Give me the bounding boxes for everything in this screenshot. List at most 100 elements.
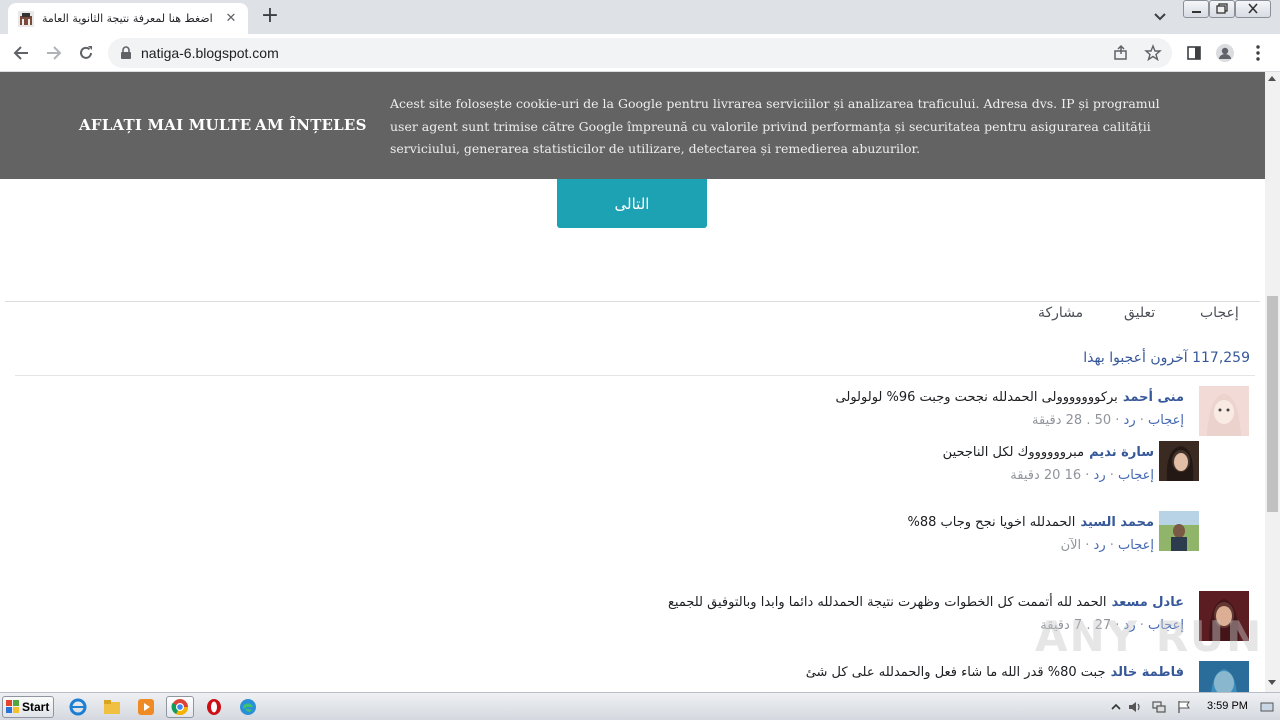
page-scrollbar[interactable] [1265, 72, 1280, 692]
media-player-icon [138, 699, 154, 715]
profile-avatar-icon [1216, 44, 1234, 62]
action-center-flag-icon[interactable] [1177, 700, 1191, 714]
side-panel-button[interactable] [1184, 43, 1204, 63]
back-arrow-icon [13, 46, 28, 60]
lock-icon [121, 46, 131, 59]
cookie-accept-button[interactable]: AM ÎNȚELES [255, 116, 367, 134]
address-bar[interactable]: natiga-6.blogspot.com [108, 38, 1172, 68]
tab-close-icon[interactable]: ✕ [222, 10, 240, 28]
tab-search-chevron-icon[interactable] [1150, 8, 1170, 26]
show-desktop-icon[interactable] [1260, 700, 1274, 714]
minimize-icon [1192, 11, 1201, 13]
comment-time: الآن [1060, 538, 1082, 553]
comment-author[interactable]: عادل مسعد [1112, 595, 1184, 610]
taskbar-media-player[interactable] [132, 696, 160, 718]
cookie-learn-more-link[interactable]: AFLAȚI MAI MULTE [79, 116, 251, 134]
comment-reply-link[interactable]: رد [1124, 413, 1136, 428]
edge-icon [240, 699, 256, 715]
tab-title: اضغط هنا لمعرفة نتيجة الثانوية العامة [42, 12, 213, 25]
anyrun-watermark: ANY RUN [1035, 612, 1264, 661]
comment-like-link[interactable]: إعجاب [1148, 413, 1184, 428]
likes-divider [15, 375, 1255, 376]
comment-body: سارة نديم مبرووووووك لكل الناجحين [943, 441, 1154, 460]
comment-author[interactable]: سارة نديم [1089, 445, 1154, 460]
comment-like-link[interactable]: إعجاب [1118, 538, 1154, 553]
tray-expand-icon[interactable] [1109, 700, 1123, 714]
scroll-up-arrow-icon[interactable] [1268, 76, 1276, 81]
cookie-banner: AFLAȚI MAI MULTE AM ÎNȚELES Acest site f… [0, 72, 1265, 179]
share-action[interactable]: مشاركة [1038, 305, 1083, 321]
forward-arrow-icon [47, 46, 62, 60]
comment-reply-link[interactable]: رد [1094, 468, 1106, 483]
menu-button[interactable] [1248, 43, 1268, 63]
avatar[interactable] [1199, 386, 1249, 436]
reload-icon [80, 46, 92, 59]
window-minimize-button[interactable] [1183, 0, 1209, 18]
comment-action[interactable]: تعليق [1124, 305, 1155, 321]
comment-like-count: 50 [1094, 413, 1112, 428]
cookie-notice-text: Acest site folosește cookie-uri de la Go… [390, 96, 1160, 156]
comment-author[interactable]: محمد السيد [1080, 515, 1154, 530]
comment-body: فاطمة خالد جبت 80% قدر الله ما شاء فعل و… [806, 661, 1184, 680]
taskbar-ie[interactable] [64, 696, 92, 718]
comment-reply-link[interactable]: رد [1094, 538, 1106, 553]
comment-meta: إعجاب · رد · الآن [1060, 538, 1154, 553]
back-button[interactable] [10, 42, 32, 64]
volume-icon[interactable] [1128, 700, 1142, 714]
restore-icon [1216, 3, 1228, 14]
windows-logo-icon [6, 700, 19, 713]
url-text: natiga-6.blogspot.com [141, 45, 279, 61]
comment-author[interactable]: منى أحمد [1123, 390, 1184, 405]
folder-icon [104, 700, 120, 714]
comment-time: 28 دقيقة [1032, 413, 1083, 428]
reload-button[interactable] [75, 42, 97, 64]
comment-author[interactable]: فاطمة خالد [1111, 665, 1184, 680]
network-icon[interactable] [1152, 700, 1166, 714]
browser-tab[interactable]: اضغط هنا لمعرفة نتيجة الثانوية العامة ✕ [8, 3, 248, 34]
comment-text: الحمد لله أتممت كل الخطوات وظهرت نتيجة ا… [668, 595, 1107, 610]
taskbar-explorer[interactable] [98, 696, 126, 718]
tab-strip: اضغط هنا لمعرفة نتيجة الثانوية العامة ✕ … [0, 0, 1280, 34]
page-viewport: AFLAȚI MAI MULTE AM ÎNȚELES Acest site f… [0, 72, 1265, 692]
forward-button[interactable] [43, 42, 65, 64]
comment-like-link[interactable]: إعجاب [1118, 468, 1154, 483]
chrome-icon [171, 699, 189, 716]
close-window-icon [1248, 3, 1258, 14]
new-tab-button[interactable]: + [258, 5, 282, 28]
like-action[interactable]: إعجاب [1200, 305, 1239, 321]
comment-text: الحمدلله اخويا نجح وجاب 88% [907, 515, 1076, 530]
next-button[interactable]: التالى [557, 179, 707, 228]
window-close-button[interactable] [1235, 0, 1271, 18]
comment-body: عادل مسعد الحمد لله أتممت كل الخطوات وظه… [668, 591, 1184, 610]
start-label: Start [22, 700, 50, 714]
taskbar-opera[interactable] [200, 696, 228, 718]
likes-count: 117,259 [1192, 350, 1250, 366]
scroll-down-arrow-icon[interactable] [1268, 680, 1276, 685]
avatar[interactable] [1159, 511, 1199, 551]
comment-text: بركووووووولى الحمدلله نجحت وجبت 96% لولو… [835, 390, 1118, 405]
comment-time: 20 دقيقة [1010, 468, 1061, 483]
window-restore-button[interactable] [1209, 0, 1235, 18]
comment-text: مبرووووووك لكل الناجحين [942, 445, 1085, 460]
start-button[interactable]: Start [2, 696, 54, 718]
comment-body: محمد السيد الحمدلله اخويا نجح وجاب 88% [908, 511, 1155, 530]
comment-body: منى أحمد بركووووووولى الحمدلله نجحت وجبت… [836, 386, 1184, 405]
scroll-thumb[interactable] [1267, 296, 1278, 512]
comment-text: جبت 80% قدر الله ما شاء فعل والحمدلله عل… [805, 665, 1106, 680]
internet-explorer-icon [69, 698, 87, 716]
avatar[interactable] [1159, 441, 1199, 481]
side-panel-icon [1187, 46, 1201, 60]
system-clock[interactable]: 3:59 PM [1207, 700, 1248, 712]
bookmark-star-icon[interactable] [1144, 44, 1162, 62]
comment-meta: إعجاب · رد · 16 20 دقيقة [1010, 468, 1154, 483]
windows-taskbar: Start 3:59 PM [0, 692, 1280, 720]
taskbar-edge[interactable] [234, 696, 262, 718]
taskbar-chrome[interactable] [166, 696, 194, 718]
kebab-menu-icon [1256, 45, 1260, 61]
browser-toolbar: natiga-6.blogspot.com [0, 34, 1280, 72]
opera-icon [207, 699, 221, 715]
avatar[interactable] [1199, 661, 1249, 692]
profile-button[interactable] [1215, 43, 1235, 63]
share-icon[interactable] [1112, 44, 1130, 62]
likes-label[interactable]: آخرون أعجبوا بهذا [1083, 350, 1187, 366]
